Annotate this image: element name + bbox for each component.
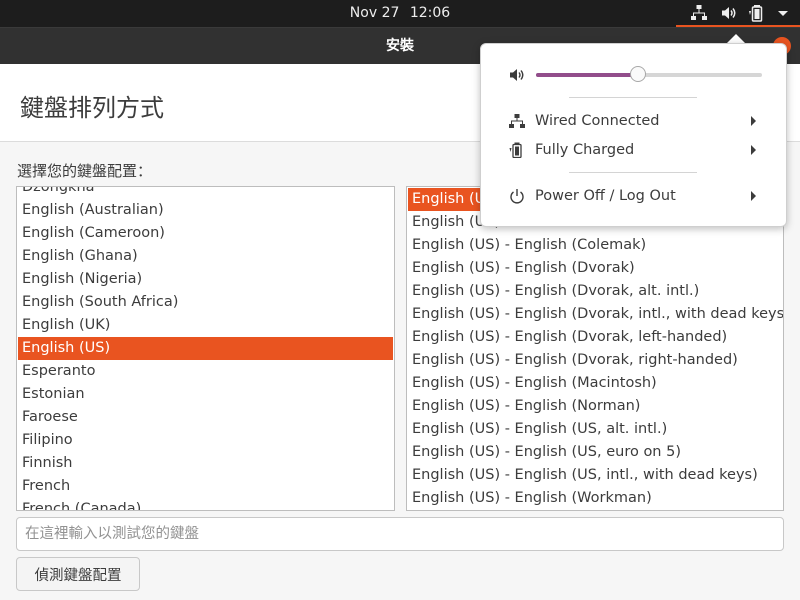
variant-list-item[interactable]: English (US) - English (Dvorak, left-han… — [408, 326, 782, 349]
battery-icon — [509, 142, 522, 158]
layout-list-item[interactable]: English (Cameroon) — [18, 222, 393, 245]
variant-list-item[interactable]: English (US) - English (Colemak) — [408, 234, 782, 257]
keyboard-test-input[interactable] — [16, 517, 784, 551]
layout-list-item[interactable]: French (Canada) — [18, 498, 393, 510]
layout-list-item[interactable]: English (South Africa) — [18, 291, 393, 314]
variant-list-item[interactable]: English (US) - English (US, intl., with … — [408, 464, 782, 487]
detect-layout-button[interactable]: 偵測鍵盤配置 — [16, 557, 140, 591]
menu-item-wired[interactable]: Wired Connected — [481, 108, 786, 134]
clock-time: 12:06 — [409, 5, 451, 21]
variant-list-item[interactable]: English (US) - English (Dvorak, right-ha… — [408, 349, 782, 372]
chevron-right-icon — [751, 191, 756, 201]
dropdown-arrow-icon — [778, 11, 788, 16]
layout-list-item[interactable]: Esperanto — [18, 360, 393, 383]
network-icon — [691, 5, 707, 20]
layout-list-item[interactable]: English (Australian) — [18, 199, 393, 222]
network-icon — [509, 114, 525, 128]
variant-list-item[interactable]: English (US) - English (Workman) — [408, 487, 782, 510]
menu-item-label: Wired Connected — [535, 113, 660, 129]
top-panel: Nov 27 12:06 — [0, 0, 800, 27]
system-tray[interactable] — [676, 0, 800, 27]
layout-list-item[interactable]: Dzongkha — [18, 187, 393, 199]
variant-list-item[interactable]: English (US) - English (US, euro on 5) — [408, 441, 782, 464]
layout-list-item[interactable]: English (US) — [18, 337, 393, 360]
variant-list-item[interactable]: English (US) - English (Dvorak, alt. int… — [408, 280, 782, 303]
power-icon — [510, 189, 524, 204]
variant-list-item[interactable]: English (US) - English (Macintosh) — [408, 372, 782, 395]
variant-list-item[interactable]: English (US) - English (Norman) — [408, 395, 782, 418]
layout-list-item[interactable]: French — [18, 475, 393, 498]
layout-list-item[interactable]: Faroese — [18, 406, 393, 429]
variant-list-item[interactable]: English (US) - English (Dvorak, intl., w… — [408, 303, 783, 326]
layout-list-item[interactable]: English (UK) — [18, 314, 393, 337]
menu-item-label: Power Off / Log Out — [535, 188, 676, 204]
volume-slider[interactable] — [536, 66, 762, 82]
volume-slider-fill — [536, 73, 638, 77]
menu-separator — [569, 97, 697, 98]
layout-list-item[interactable]: Estonian — [18, 383, 393, 406]
chevron-right-icon — [751, 145, 756, 155]
volume-icon — [722, 7, 736, 19]
menu-item-label: Fully Charged — [535, 142, 635, 158]
system-menu: Wired Connected Fully Charged Power Off … — [480, 43, 787, 227]
variant-list[interactable]: English (US)English (US) - CherokeeEngli… — [406, 186, 784, 511]
layout-prompt: 選擇您的鍵盤配置： — [17, 162, 153, 180]
battery-icon — [749, 5, 763, 22]
clock-date: Nov 27 — [349, 5, 400, 21]
page-title: 鍵盤排列方式 — [20, 94, 164, 122]
chevron-right-icon — [751, 116, 756, 126]
layout-list[interactable]: Dzongkha English (Australian) English (Cam… — [16, 186, 395, 511]
volume-slider-handle[interactable] — [629, 66, 646, 82]
variant-list-item[interactable]: English (US) - English (US, alt. intl.) — [408, 418, 782, 441]
layout-list-item[interactable]: English (Ghana) — [18, 245, 393, 268]
menu-separator — [569, 172, 697, 173]
menu-item-power[interactable]: Power Off / Log Out — [481, 183, 786, 209]
volume-icon — [510, 69, 524, 81]
layout-list-item[interactable]: Filipino — [18, 429, 393, 452]
variant-list-item[interactable]: English (US) - English (Dvorak) — [408, 257, 782, 280]
menu-item-battery[interactable]: Fully Charged — [481, 137, 786, 163]
layout-list-item[interactable]: English (Nigeria) — [18, 268, 393, 291]
layout-list-item[interactable]: Finnish — [18, 452, 393, 475]
